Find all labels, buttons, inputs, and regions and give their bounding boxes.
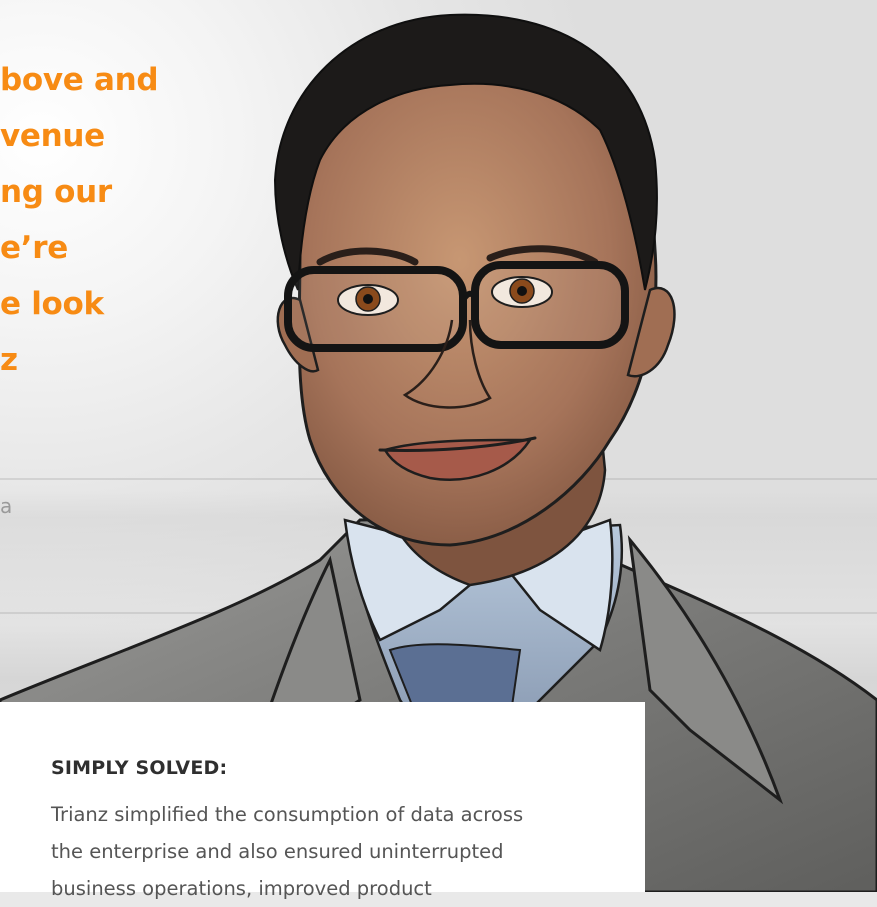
body-line: the enterprise and also ensured uninterr… — [51, 840, 504, 863]
solution-card-body: Trianz simplified the consumption of dat… — [51, 796, 611, 907]
body-line: Trianz simplified the consumption of dat… — [51, 803, 524, 826]
body-line: business operations, improved product — [51, 877, 432, 900]
solution-card-heading: SIMPLY SOLVED: — [51, 757, 228, 779]
